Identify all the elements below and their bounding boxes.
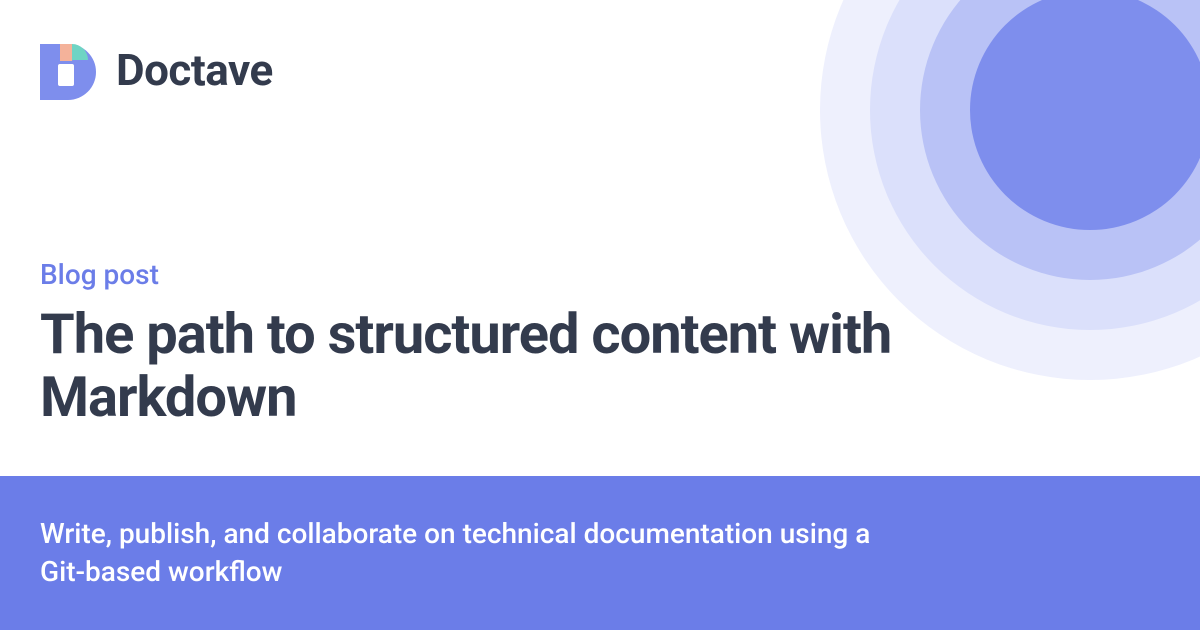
footer-banner: Write, publish, and collaborate on techn… [0, 476, 1200, 630]
tagline: Write, publish, and collaborate on techn… [40, 515, 920, 591]
post-content: Blog post The path to structured content… [40, 258, 1160, 428]
ring-inner [970, 0, 1200, 230]
ring-mid-inner [920, 0, 1200, 280]
doctave-logo-icon [40, 40, 100, 100]
category-label: Blog post [40, 258, 1160, 291]
post-title: The path to structured content with Mark… [40, 303, 1160, 428]
header: Doctave [40, 40, 273, 100]
brand-name: Doctave [116, 44, 273, 96]
